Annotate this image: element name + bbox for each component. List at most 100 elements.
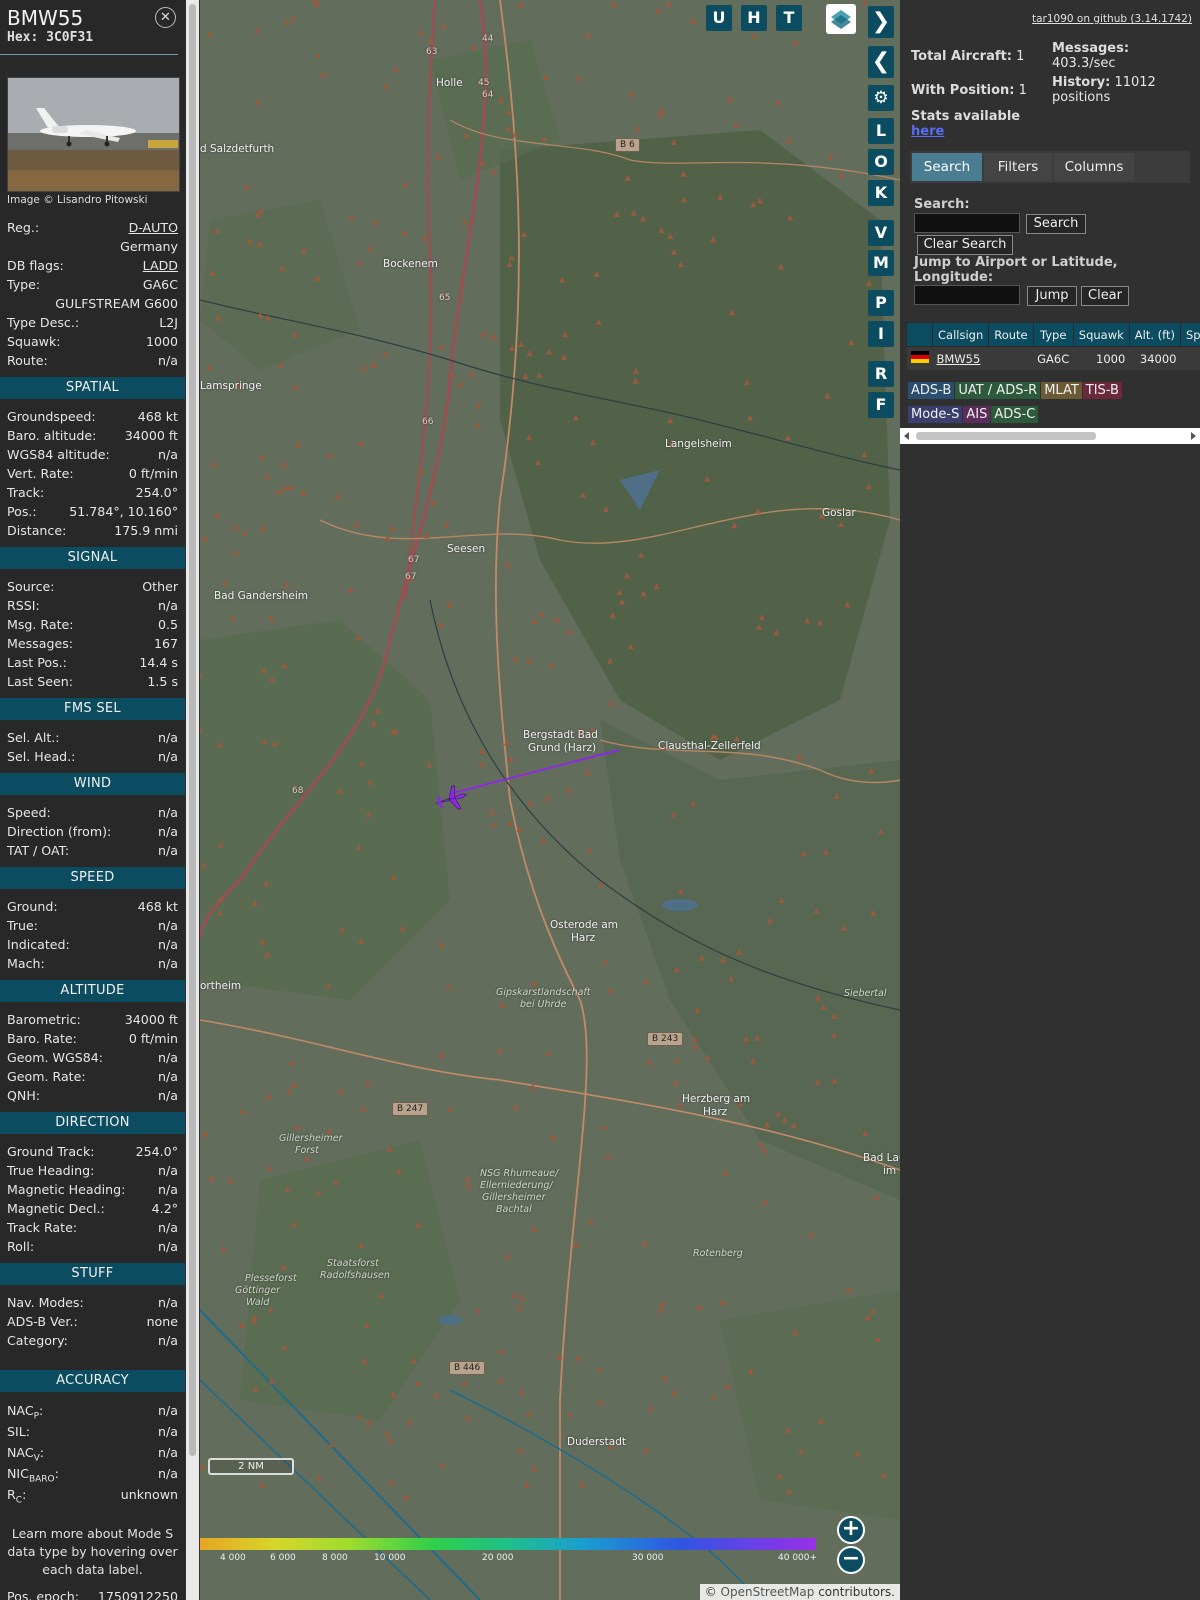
gear-icon: ⚙: [873, 88, 889, 108]
info-label[interactable]: Roll:: [7, 1237, 34, 1256]
info-value[interactable]: LADD: [143, 256, 178, 275]
info-label[interactable]: Last Seen:: [7, 672, 73, 691]
info-label[interactable]: Mach:: [7, 954, 45, 973]
info-label[interactable]: Nav. Modes:: [7, 1293, 84, 1312]
info-label[interactable]: RSSI:: [7, 596, 40, 615]
pos-epoch-row: Pos. epoch: 1750912250: [0, 1587, 185, 1600]
clear-button[interactable]: Clear: [1081, 286, 1129, 306]
messages-stat: Messages: 403.3/sec: [1052, 41, 1129, 71]
info-label[interactable]: Sel. Head.:: [7, 747, 75, 766]
info-label[interactable]: TAT / OAT:: [7, 841, 69, 860]
info-label[interactable]: Distance:: [7, 521, 66, 540]
info-row: Reg.: D-AUTO: [0, 218, 185, 237]
aircraft-photo[interactable]: [7, 77, 180, 192]
stats-link[interactable]: here: [911, 124, 944, 139]
info-label[interactable]: WGS84 altitude:: [7, 445, 110, 464]
search-input[interactable]: [914, 213, 1020, 233]
info-label[interactable]: Speed:: [7, 803, 51, 822]
info-value[interactable]: D-AUTO: [129, 218, 178, 237]
column-route[interactable]: Route: [988, 322, 1034, 347]
info-label[interactable]: RC:: [7, 1484, 26, 1506]
layers-button[interactable]: [826, 4, 856, 34]
tab-columns[interactable]: Columns: [1054, 153, 1134, 181]
info-label[interactable]: NICBARO:: [7, 1463, 59, 1485]
settings-button[interactable]: ⚙: [868, 85, 894, 111]
info-label[interactable]: SIL:: [7, 1421, 30, 1442]
toggle-u-button[interactable]: U: [706, 5, 732, 31]
toggle-r-button[interactable]: R: [868, 361, 894, 387]
toggle-f-button[interactable]: F: [868, 392, 894, 418]
aircraft-track-layer[interactable]: [200, 0, 900, 1600]
info-label[interactable]: Pos.:: [7, 502, 37, 521]
info-label[interactable]: True Heading:: [7, 1161, 94, 1180]
toggle-m-button[interactable]: M: [868, 250, 894, 276]
zoom-out-button[interactable]: −: [837, 1546, 865, 1574]
github-link[interactable]: tar1090 on github (3.14.1742): [1032, 13, 1192, 25]
info-label[interactable]: NACP:: [7, 1400, 43, 1422]
column-type[interactable]: Type: [1032, 322, 1074, 347]
toggle-p-button[interactable]: P: [868, 290, 894, 316]
info-value: none: [146, 1314, 178, 1329]
info-label[interactable]: Msg. Rate:: [7, 615, 74, 634]
table-horizontal-scrollbar[interactable]: [902, 430, 1198, 442]
row-callsign[interactable]: BMW55: [932, 346, 989, 370]
info-label[interactable]: Indicated:: [7, 935, 70, 954]
flag-column-header[interactable]: [906, 322, 933, 347]
info-label[interactable]: True:: [7, 916, 38, 935]
tab-filters[interactable]: Filters: [984, 153, 1052, 181]
info-label[interactable]: NACV:: [7, 1442, 44, 1464]
info-label[interactable]: Track Rate:: [7, 1218, 77, 1237]
info-label[interactable]: Messages:: [7, 634, 73, 653]
info-label[interactable]: QNH:: [7, 1086, 40, 1105]
column-speed[interactable]: Spd.: [1180, 322, 1200, 347]
info-label[interactable]: Track:: [7, 483, 44, 502]
column-altitude[interactable]: Alt. (ft): [1128, 322, 1182, 347]
collapse-sidebar-button[interactable]: ❯: [868, 6, 894, 38]
info-label[interactable]: ADS-B Ver.:: [7, 1312, 78, 1331]
info-label[interactable]: Geom. Rate:: [7, 1067, 86, 1086]
info-row: Track Rate: n/a: [0, 1218, 185, 1237]
toggle-k-button[interactable]: K: [868, 180, 894, 206]
info-label[interactable]: Sel. Alt.:: [7, 728, 60, 747]
tab-search[interactable]: Search: [912, 153, 982, 181]
info-label[interactable]: Category:: [7, 1331, 68, 1350]
info-label[interactable]: Baro. altitude:: [7, 426, 96, 445]
info-label[interactable]: Barometric:: [7, 1010, 81, 1029]
info-label[interactable]: Last Pos.:: [7, 653, 67, 672]
search-button[interactable]: Search: [1026, 214, 1086, 234]
back-button[interactable]: ❮: [868, 46, 894, 78]
osm-link[interactable]: OpenStreetMap: [721, 1585, 815, 1599]
row-route: [988, 346, 1034, 370]
info-label[interactable]: Ground Track:: [7, 1142, 95, 1161]
info-label[interactable]: Geom. WGS84:: [7, 1048, 103, 1067]
map-view[interactable]: Holle d Salzdetfurth Bockenem Lamspringe Lan…: [200, 0, 900, 1600]
scrollbar-thumb[interactable]: [189, 4, 196, 1456]
toggle-h-button[interactable]: H: [741, 5, 767, 31]
aircraft-icon[interactable]: [432, 783, 469, 815]
info-label[interactable]: Source:: [7, 577, 55, 596]
toggle-v-button[interactable]: V: [868, 220, 894, 246]
close-icon[interactable]: ✕: [155, 7, 176, 28]
column-callsign[interactable]: Callsign: [931, 322, 990, 347]
chevron-right-icon: ❯: [871, 9, 891, 34]
jump-button[interactable]: Jump: [1027, 286, 1077, 306]
info-label[interactable]: Baro. Rate:: [7, 1029, 77, 1048]
info-label[interactable]: Magnetic Decl.:: [7, 1199, 105, 1218]
clear-search-button[interactable]: Clear Search: [917, 235, 1013, 255]
column-squawk[interactable]: Squawk: [1072, 322, 1130, 347]
zoom-in-button[interactable]: +: [837, 1516, 865, 1544]
selected-hex: Hex: 3C0F31: [7, 30, 94, 45]
toggle-i-button[interactable]: I: [868, 321, 894, 347]
jump-input[interactable]: [914, 285, 1020, 305]
info-label[interactable]: Direction (from):: [7, 822, 111, 841]
info-label[interactable]: Groundspeed:: [7, 407, 96, 426]
info-scrollbar[interactable]: [186, 0, 199, 1600]
info-label[interactable]: Vert. Rate:: [7, 464, 74, 483]
info-label[interactable]: Ground:: [7, 897, 58, 916]
table-row[interactable]: BMW55 GA6C 1000 34000: [906, 346, 1200, 370]
toggle-t-button[interactable]: T: [776, 5, 802, 31]
info-label[interactable]: Magnetic Heading:: [7, 1180, 125, 1199]
toggle-o-button[interactable]: O: [868, 149, 894, 175]
toggle-l-button[interactable]: L: [868, 118, 894, 144]
info-sections: SPATIAL Groundspeed: 468 kt Baro. altitude:…: [0, 377, 185, 1350]
